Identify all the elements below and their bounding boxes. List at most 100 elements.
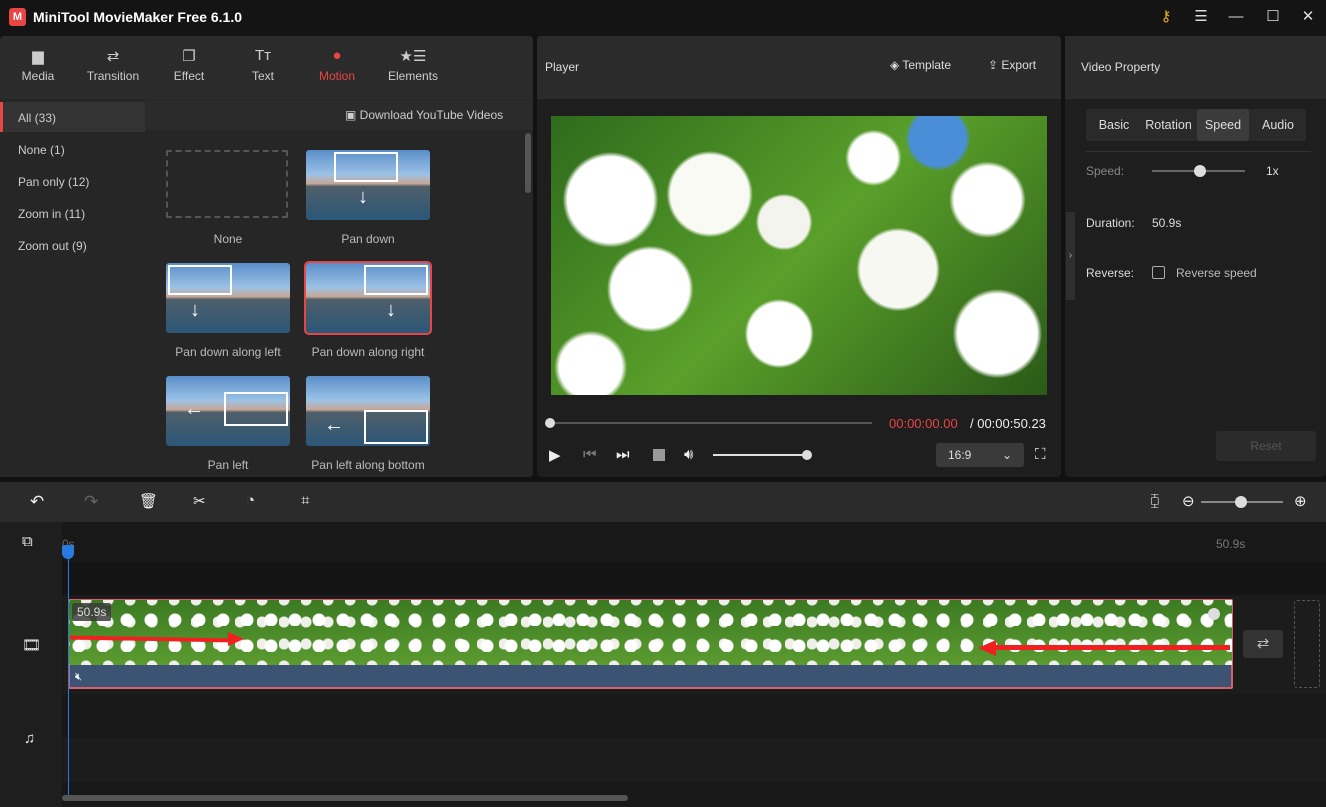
maximize-button[interactable]: ☐	[1261, 6, 1285, 28]
add-clip-placeholder[interactable]	[1294, 600, 1320, 688]
category-item[interactable]: Zoom in (11)	[0, 198, 145, 228]
property-panel	[1065, 36, 1326, 477]
annotation-arrow-left	[995, 645, 1230, 650]
clip-motion-icon	[1208, 608, 1220, 620]
crop-icon[interactable]: ⌗	[301, 492, 309, 509]
volume-handle[interactable]	[802, 450, 812, 460]
arrow-icon: ↓	[386, 299, 396, 321]
chevron-down-icon: ⌄	[1001, 448, 1012, 462]
tab-transition[interactable]: ⇄ Transition	[78, 47, 148, 83]
tab-media[interactable]: ▆ Media	[3, 47, 73, 83]
progress-bar[interactable]	[549, 422, 872, 424]
arrow-icon: ↓	[190, 299, 200, 321]
track-headers	[0, 522, 62, 807]
ruler-end: 50.9s	[1216, 537, 1246, 551]
redo-icon[interactable]: ↷	[84, 492, 98, 512]
menu-button[interactable]: ☰	[1189, 6, 1213, 28]
elements-icon: ★☰	[399, 48, 427, 65]
divider	[1086, 151, 1311, 152]
arrow-head-icon	[978, 640, 996, 656]
motion-thumb[interactable]: ↓	[306, 150, 430, 220]
motion-thumb[interactable]: ←	[306, 376, 430, 446]
template-button[interactable]: ◈ Template	[890, 58, 951, 72]
next-frame-button[interactable]: ⏭	[616, 446, 630, 463]
stop-button[interactable]	[653, 449, 665, 461]
tab-text[interactable]: Tт Text	[228, 47, 298, 83]
music-icon: ♫	[24, 730, 36, 747]
volume-icon[interactable]: 🔊︎	[684, 446, 693, 463]
volume-slider[interactable]	[713, 454, 808, 456]
app-title: MiniTool MovieMaker Free 6.1.0	[33, 9, 243, 25]
audio-track	[62, 738, 1326, 782]
playhead[interactable]	[68, 547, 69, 795]
speed-gauge-icon[interactable]: ◔	[246, 492, 255, 509]
arrow-icon: ↓	[358, 186, 368, 208]
previous-frame-button[interactable]: ⏮	[583, 446, 597, 463]
collapse-panel-handle[interactable]: ›	[1066, 212, 1075, 300]
text-icon: Tт	[254, 47, 272, 64]
category-item[interactable]: All (33)	[0, 102, 145, 132]
reverse-checkbox-label[interactable]: Reverse speed	[1176, 266, 1257, 280]
motion-label: Pan left	[207, 458, 249, 472]
motion-label: Pan down	[341, 232, 395, 246]
close-button[interactable]: ✕	[1296, 6, 1320, 28]
motion-thumb[interactable]: ↓	[166, 263, 290, 333]
play-button[interactable]: ▶	[549, 446, 561, 464]
arrow-head-icon	[228, 632, 244, 646]
timeline-zoom-handle[interactable]	[1235, 496, 1247, 508]
library-scrollbar[interactable]	[525, 133, 531, 193]
motion-label: Pan down along left	[175, 345, 281, 359]
reverse-checkbox[interactable]	[1152, 266, 1165, 279]
fit-timeline-icon[interactable]: ⧮	[1150, 492, 1160, 509]
empty-track	[62, 562, 1326, 594]
undo-icon[interactable]: ↶	[30, 492, 44, 512]
reverse-label: Reverse:	[1086, 266, 1135, 280]
mute-icon[interactable]: 🔇︎	[75, 671, 82, 684]
current-time: 00:00:00.00	[889, 416, 958, 431]
category-item[interactable]: Zoom out (9)	[0, 230, 145, 260]
category-item[interactable]: Pan only (12)	[0, 166, 145, 196]
zoom-out-icon[interactable]: ⊖	[1182, 492, 1195, 510]
download-youtube-link[interactable]: ▣ Download YouTube Videos	[345, 108, 503, 122]
motion-thumb-none[interactable]	[166, 150, 288, 218]
tab-basic[interactable]: Basic	[1090, 109, 1138, 141]
duration-value: 50.9s	[1152, 216, 1182, 230]
player-header	[537, 36, 1061, 99]
timeline-scrollbar[interactable]	[62, 795, 628, 801]
aspect-ratio-select[interactable]: 16:9 ⌄	[936, 443, 1024, 467]
media-icon: ▆	[32, 48, 44, 65]
progress-handle[interactable]	[545, 418, 555, 428]
transition-slot-button[interactable]: ⇄	[1243, 630, 1283, 658]
tab-motion[interactable]: ● Motion	[302, 47, 372, 83]
fullscreen-icon[interactable]: ⛶	[1035, 446, 1046, 463]
scissors-icon[interactable]: ✂	[193, 492, 206, 510]
category-item[interactable]: None (1)	[0, 134, 145, 164]
tab-speed[interactable]: Speed	[1197, 109, 1249, 141]
app-logo: M	[9, 8, 26, 26]
upload-icon: ⇪	[988, 58, 1002, 72]
add-track-icon[interactable]: ⧉	[22, 533, 33, 550]
key-icon[interactable]: ⚷	[1154, 6, 1178, 28]
effect-icon: ❐	[182, 48, 196, 65]
tab-rotation[interactable]: Rotation	[1140, 109, 1197, 141]
duration-label: Duration:	[1086, 216, 1135, 230]
transition-icon: ⇄	[106, 48, 120, 65]
export-button[interactable]: ⇪ Export	[988, 58, 1036, 72]
minimize-button[interactable]: —	[1224, 6, 1248, 28]
delete-icon[interactable]: 🗑︎	[139, 492, 158, 510]
speed-value: 1x	[1266, 164, 1279, 178]
reset-button[interactable]: Reset	[1216, 431, 1316, 461]
tab-elements[interactable]: ★☰ Elements	[378, 47, 448, 83]
tab-effect[interactable]: ❐ Effect	[154, 47, 224, 83]
property-title: Video Property	[1081, 60, 1161, 74]
tab-audio[interactable]: Audio	[1251, 109, 1305, 141]
motion-thumb[interactable]: ←	[166, 376, 290, 446]
playhead-handle[interactable]	[62, 545, 74, 559]
speed-handle[interactable]	[1194, 165, 1206, 177]
arrow-icon: ←	[184, 398, 204, 420]
total-time: / 00:00:50.23	[970, 416, 1046, 431]
layers-icon: ◈	[890, 58, 903, 72]
zoom-in-icon[interactable]: ⊕	[1294, 492, 1307, 510]
motion-thumb[interactable]: ↓	[304, 261, 432, 335]
film-icon: 🎞︎	[22, 637, 42, 654]
